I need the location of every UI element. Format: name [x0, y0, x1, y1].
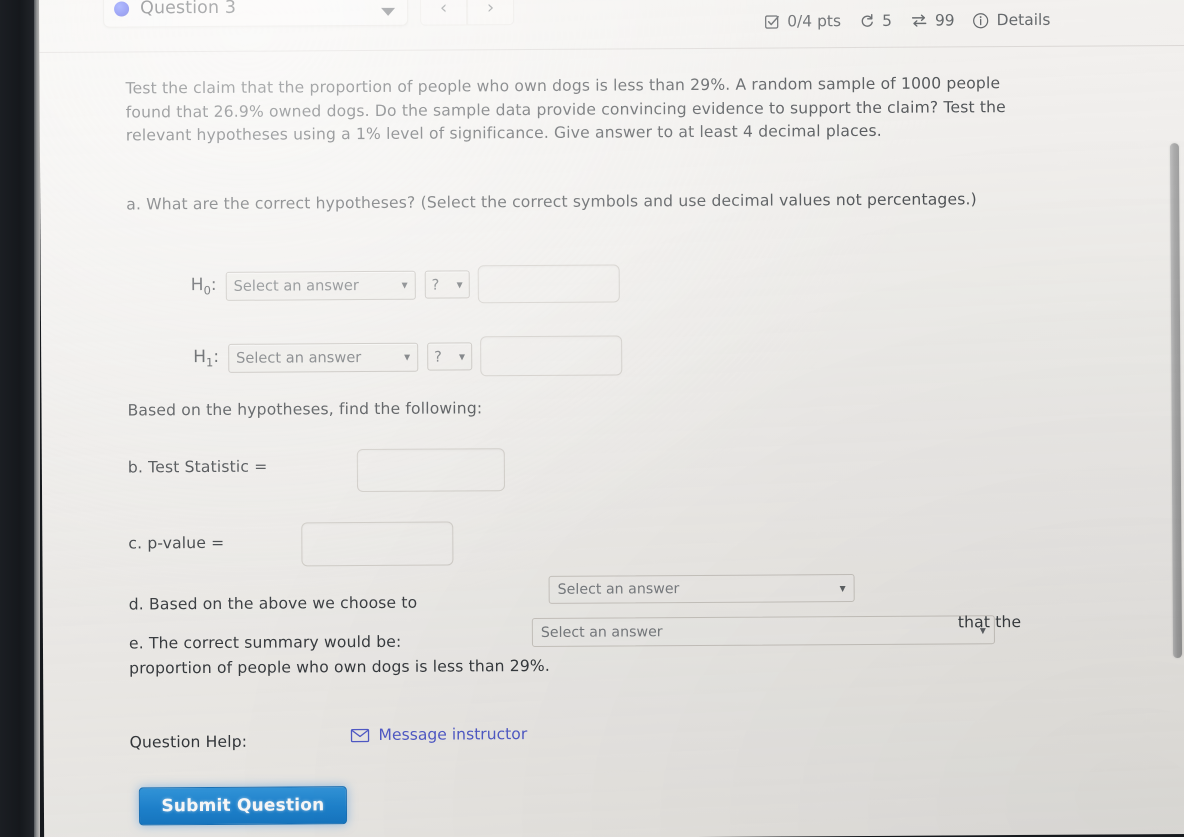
decision-select-value: Select an answer [557, 581, 680, 598]
submit-question-button[interactable]: Submit Question [138, 786, 348, 826]
h0-subscript: 0 [203, 283, 211, 298]
summary-select-value: Select an answer [540, 623, 663, 641]
checkbox-check-icon [764, 13, 780, 29]
scrollbar-track[interactable] [1169, 0, 1184, 834]
retry-arrow-icon [859, 13, 875, 29]
h1-label: H1: [193, 346, 220, 370]
that-the-text: that the [957, 613, 1022, 632]
header-divider [39, 44, 1184, 53]
message-instructor-link[interactable]: Message instructor [350, 725, 527, 744]
points-label: 0/4 pts [787, 12, 842, 31]
submit-question-label: Submit Question [161, 795, 325, 817]
chevron-down-icon: ▾ [458, 349, 466, 364]
chevron-down-icon: ▾ [839, 581, 846, 596]
h0-parameter-select-value: Select an answer [233, 276, 359, 295]
question-prompt: Test the claim that the proportion of pe… [125, 74, 1006, 145]
h0-label: H0: [190, 274, 217, 298]
h0-value-input[interactable] [477, 264, 620, 304]
monitor-bezel-left [0, 0, 36, 837]
h1-subscript: 1 [205, 355, 214, 370]
part-b-label: b. Test Statistic = [127, 457, 268, 477]
hypothesis-alt-row: H1: Select an answer ▾ ? ▾ [193, 335, 623, 378]
monitor-photo-frame: Question 3 ‹ › 0/4 pts 5 99 Details Test… [0, 0, 1184, 837]
h1-operator-select-value: ? [434, 348, 442, 366]
chevron-left-icon: ‹ [439, 0, 448, 19]
h0-operator-select-value: ? [431, 276, 440, 294]
h1-parameter-select[interactable]: Select an answer ▾ [227, 342, 419, 373]
nav-prev-button[interactable]: ‹ [419, 0, 468, 26]
nav-next-button[interactable]: › [466, 0, 515, 26]
envelope-icon [350, 727, 370, 742]
info-circle-icon[interactable] [973, 12, 990, 29]
part-c-label: c. p-value = [128, 533, 225, 553]
based-on-hypotheses-text: Based on the hypotheses, find the follow… [127, 399, 483, 420]
decision-select[interactable]: Select an answer ▾ [548, 574, 855, 604]
version-count: 99 [934, 11, 955, 30]
part-e-tail-text: proportion of people who own dogs is les… [129, 656, 551, 678]
h1-operator-select[interactable]: ? ▾ [426, 342, 473, 371]
details-link[interactable]: Details [997, 11, 1051, 29]
message-instructor-label: Message instructor [378, 725, 528, 744]
chevron-down-icon: ▾ [401, 277, 408, 292]
h0-parameter-select[interactable]: Select an answer ▾ [225, 270, 416, 301]
blue-dot-icon [114, 0, 130, 17]
part-a-text: a. What are the correct hypotheses? (Sel… [126, 190, 977, 214]
hypothesis-null-row: H0: Select an answer ▾ ? ▾ [191, 264, 620, 305]
scrollbar-thumb[interactable] [1169, 143, 1183, 659]
question-status-row: 0/4 pts 5 99 Details [764, 11, 1050, 31]
attempts-count: 5 [881, 11, 892, 30]
part-e-label: e. The correct summary would be: [128, 632, 402, 653]
test-statistic-input[interactable] [356, 448, 506, 493]
caret-down-icon[interactable] [381, 7, 396, 16]
chevron-right-icon: › [486, 0, 495, 19]
part-d-label: d. Based on the above we choose to [128, 593, 418, 614]
chevron-down-icon: ▾ [403, 349, 411, 364]
p-value-input[interactable] [301, 521, 454, 567]
page-title: Question 3 [140, 0, 237, 19]
screen-content: Question 3 ‹ › 0/4 pts 5 99 Details Test… [39, 0, 1184, 837]
swap-arrows-icon [910, 13, 928, 29]
chevron-down-icon: ▾ [456, 277, 463, 292]
summary-select[interactable]: Select an answer ▾ [531, 615, 995, 648]
h0-operator-select[interactable]: ? ▾ [424, 270, 470, 299]
question-help-label: Question Help: [129, 732, 248, 752]
h1-parameter-select-value: Select an answer [236, 348, 362, 367]
question-header-box[interactable]: Question 3 [102, 0, 409, 28]
h1-value-input[interactable] [479, 335, 623, 377]
